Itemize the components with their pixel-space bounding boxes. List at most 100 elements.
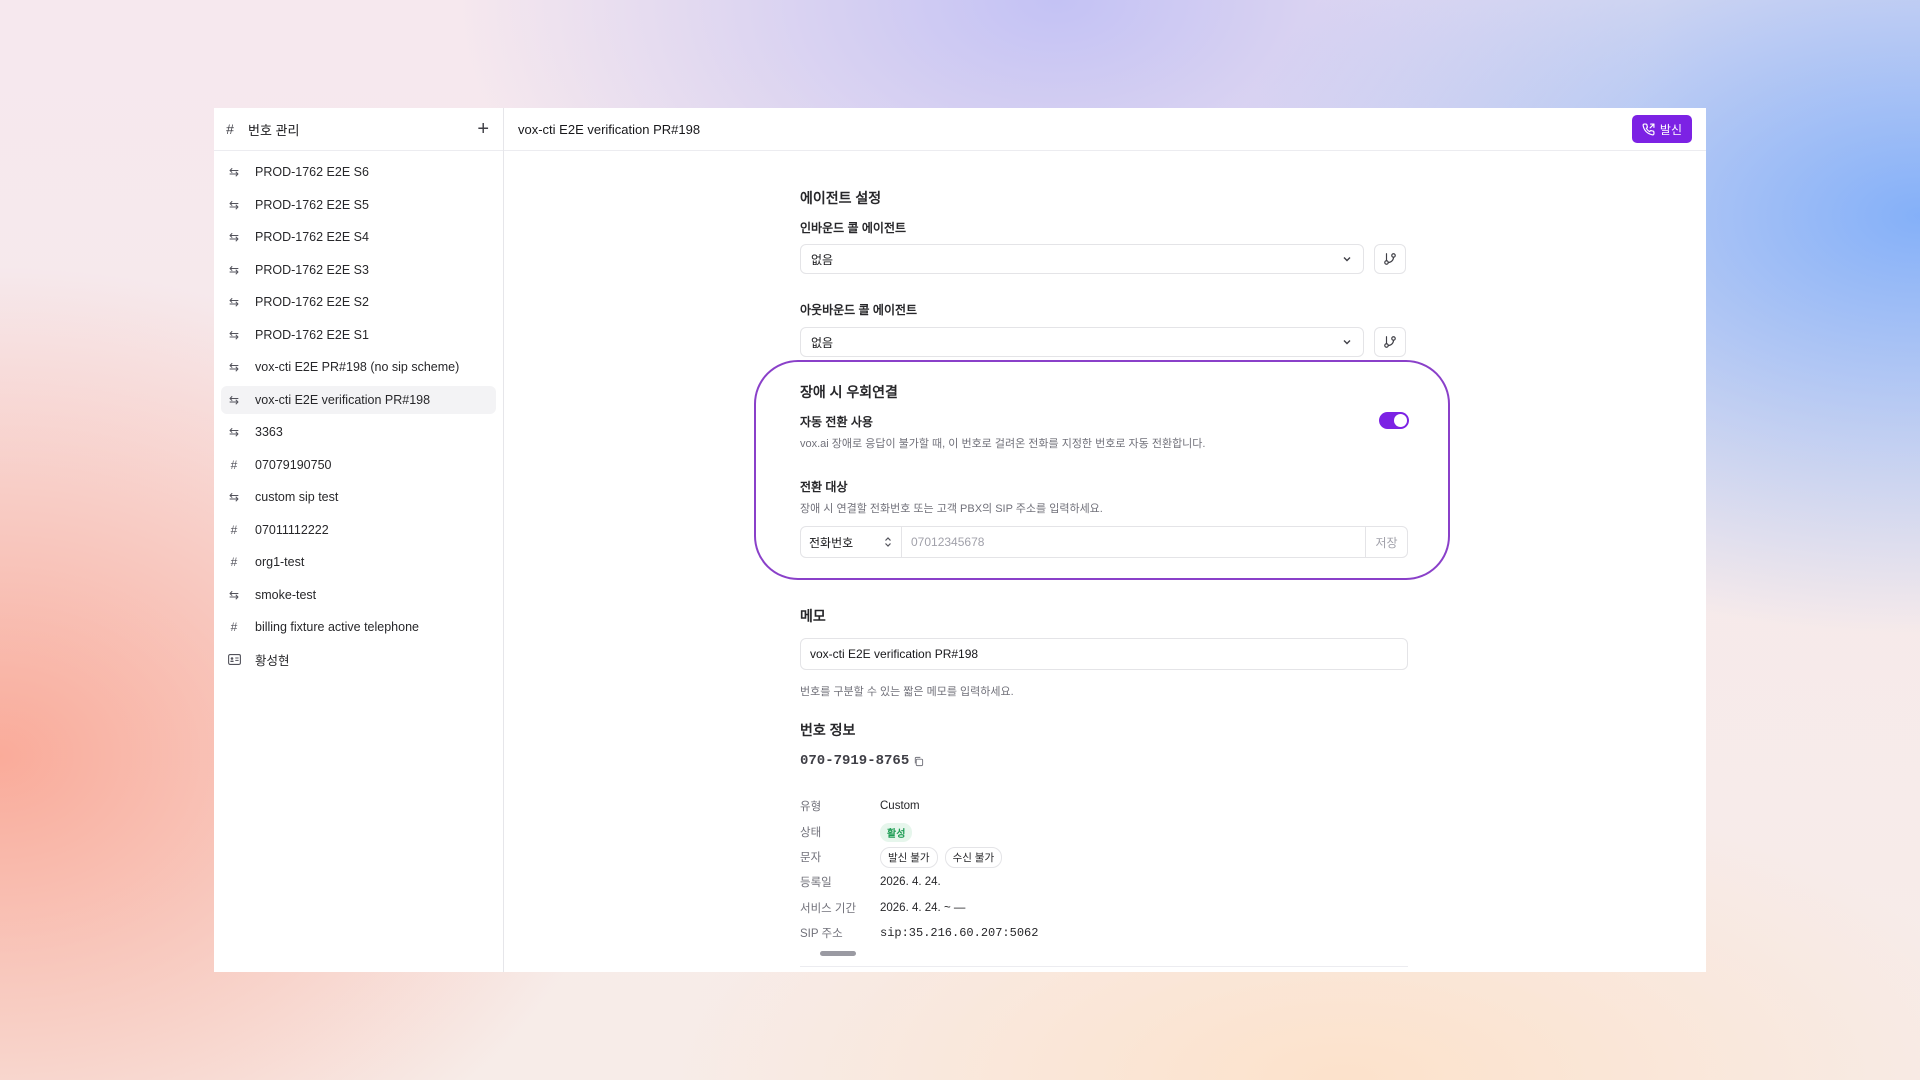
sip-address: sip:35.216.60.207:5062 [880,926,1039,940]
info-key: SIP 주소 [800,928,843,940]
sidebar-item[interactable]: #07011112222 [221,516,496,544]
sidebar-item[interactable]: 황성현 [221,646,496,674]
sidebar-item-label: custom sip test [255,490,339,504]
sidebar-item-label: smoke-test [255,587,317,602]
sidebar-list: ⇆ PROD-1762 E2E S6 ⇆ PROD-1762 E2E S5 ⇆ PRO… [214,151,503,678]
info-value: 2026. 4. 24. [880,876,941,888]
phone-number: 070-7919-8765 [800,753,924,769]
app-window: # 번호 관리 + ⇆ PROD-1762 E2E S6 ⇆ PROD-1762 E… [214,108,1706,972]
inbound-agent-label: 인바운드 콜 에이전트 [800,221,907,235]
arrows-icon: ⇆ [228,327,240,342]
sidebar-item-label: org1-test [255,555,305,569]
sidebar-item[interactable]: ⇆ PROD-1762 E2E S1 [221,321,496,349]
info-value: Custom [880,800,920,812]
main-panel: vox-cti E2E verification PR#198 발신 에이전트 … [504,108,1706,972]
inbound-agent-select[interactable]: 없음 [800,244,1364,274]
chevron-up-down-icon [883,536,893,548]
failover-target-field: 전화번호 저장 [800,526,1408,558]
sidebar-item[interactable]: ⇆ PROD-1762 E2E S4 [221,223,496,251]
add-number-button[interactable]: + [477,119,489,139]
memo-hint: 번호를 구분할 수 있는 짧은 메모를 입력하세요. [800,686,1014,698]
arrows-icon: ⇆ [228,587,240,602]
info-key: 등록일 [800,877,832,889]
sidebar-item-active[interactable]: ⇆ vox-cti E2E verification PR#198 [221,385,496,414]
sidebar-item[interactable]: #07079190750 [221,451,496,479]
auto-switch-description: vox.ai 장애로 응답이 불가할 때, 이 번호로 걸려온 전화를 지정한 … [800,438,1206,450]
call-button[interactable]: 발신 [1631,115,1692,143]
phone-number-text: 070-7919-8765 [800,753,910,769]
info-row-type: 유형 Custom [800,796,920,816]
hash-icon: # [226,121,234,137]
id-card-icon [227,654,241,665]
failover-target-input[interactable] [902,527,1365,557]
call-button-label: 발신 [1659,122,1682,137]
info-key: 문자 [800,852,822,864]
auto-switch-label: 자동 전환 사용 [800,415,873,429]
sidebar-item-label: billing fixture active telephone [255,620,419,634]
git-branch-icon [1383,335,1397,349]
outbound-agent-label: 아웃바운드 콜 에이전트 [800,303,918,317]
status-badge: 활성 [880,822,913,842]
arrows-icon: ⇆ [228,295,240,309]
phone-outgoing-icon [1642,122,1655,136]
sidebar-item[interactable]: ⇆ PROD-1762 E2E S6 [221,158,496,186]
sidebar-header: # 번호 관리 + [214,108,503,151]
target-type-select[interactable]: 전화번호 [801,527,902,557]
sidebar-item[interactable]: ⇆ custom sip test [221,483,496,511]
sidebar-item-label: PROD-1762 E2E S6 [255,165,369,179]
arrows-icon: ⇆ [228,360,240,374]
number-info-title: 번호 정보 [800,722,856,738]
sidebar: # 번호 관리 + ⇆ PROD-1762 E2E S6 ⇆ PROD-1762 E… [214,108,504,972]
memo-input[interactable] [800,638,1408,670]
sidebar-item[interactable]: ⇆ vox-cti E2E PR#198 (no sip scheme) [221,353,496,381]
failover-title: 장애 시 우회연결 [800,384,898,400]
failover-target-description: 장애 시 연결할 전화번호 또는 고객 PBX의 SIP 주소를 입력하세요. [800,503,1103,515]
hash-icon: # [230,457,238,472]
sidebar-item[interactable]: # org1-test [221,548,496,576]
agent-settings-title: 에이전트 설정 [800,190,882,206]
info-row-sip: SIP 주소 sip:35.216.60.207:5062 [800,923,1038,943]
sidebar-item-label: 황성현 [255,654,290,668]
sidebar-item[interactable]: ⇆ PROD-1762 E2E S5 [221,191,496,219]
arrows-icon: ⇆ [228,165,240,179]
failover-save-button[interactable]: 저장 [1365,527,1407,557]
sidebar-item-label: 07011112222 [255,522,329,537]
info-row-period: 서비스 기간 2026. 4. 24. ~ — [800,898,965,918]
chevron-down-icon [1341,253,1353,265]
sidebar-item-label: 3363 [255,425,283,439]
horizontal-scrollbar[interactable] [820,951,856,956]
info-row-status: 상태 활성 [800,822,913,842]
inbound-agent-value: 없음 [811,252,834,267]
outbound-agent-value: 없음 [811,335,834,350]
sidebar-item-label: vox-cti E2E PR#198 (no sip scheme) [255,360,460,374]
info-row-registered: 등록일 2026. 4. 24. [800,872,941,892]
hash-icon: # [230,620,238,634]
chevron-down-icon [1341,336,1353,348]
toggle-knob [1394,414,1407,427]
arrows-icon: ⇆ [228,392,240,407]
sidebar-item[interactable]: ⇆ PROD-1762 E2E S3 [221,256,496,284]
sidebar-item[interactable]: ⇆ PROD-1762 E2E S2 [221,288,496,316]
sidebar-item[interactable]: # billing fixture active telephone [221,613,496,641]
outbound-agent-select[interactable]: 없음 [800,327,1364,357]
target-type-value: 전화번호 [809,535,854,550]
arrows-icon: ⇆ [228,490,240,504]
main-header: vox-cti E2E verification PR#198 발신 [504,108,1706,151]
sidebar-item-label: PROD-1762 E2E S3 [255,262,369,277]
sidebar-item[interactable]: ⇆ smoke-test [221,581,496,609]
page-title: vox-cti E2E verification PR#198 [518,121,701,137]
info-key: 상태 [800,827,822,839]
copy-icon[interactable] [913,756,924,767]
sidebar-title: 번호 관리 [248,122,300,138]
memo-title: 메모 [800,608,826,624]
arrows-icon: ⇆ [228,230,240,244]
info-value: 2026. 4. 24. ~ — [880,902,966,914]
outbound-agent-flow-button[interactable] [1374,327,1406,357]
info-key: 유형 [800,801,822,813]
info-key: 서비스 기간 [800,903,857,915]
sidebar-item[interactable]: ⇆ 3363 [221,418,496,446]
divider [800,966,1408,967]
inbound-agent-flow-button[interactable] [1374,244,1406,274]
auto-switch-toggle[interactable] [1379,412,1409,429]
sms-inbound-badge: 수신 불가 [944,846,1003,868]
